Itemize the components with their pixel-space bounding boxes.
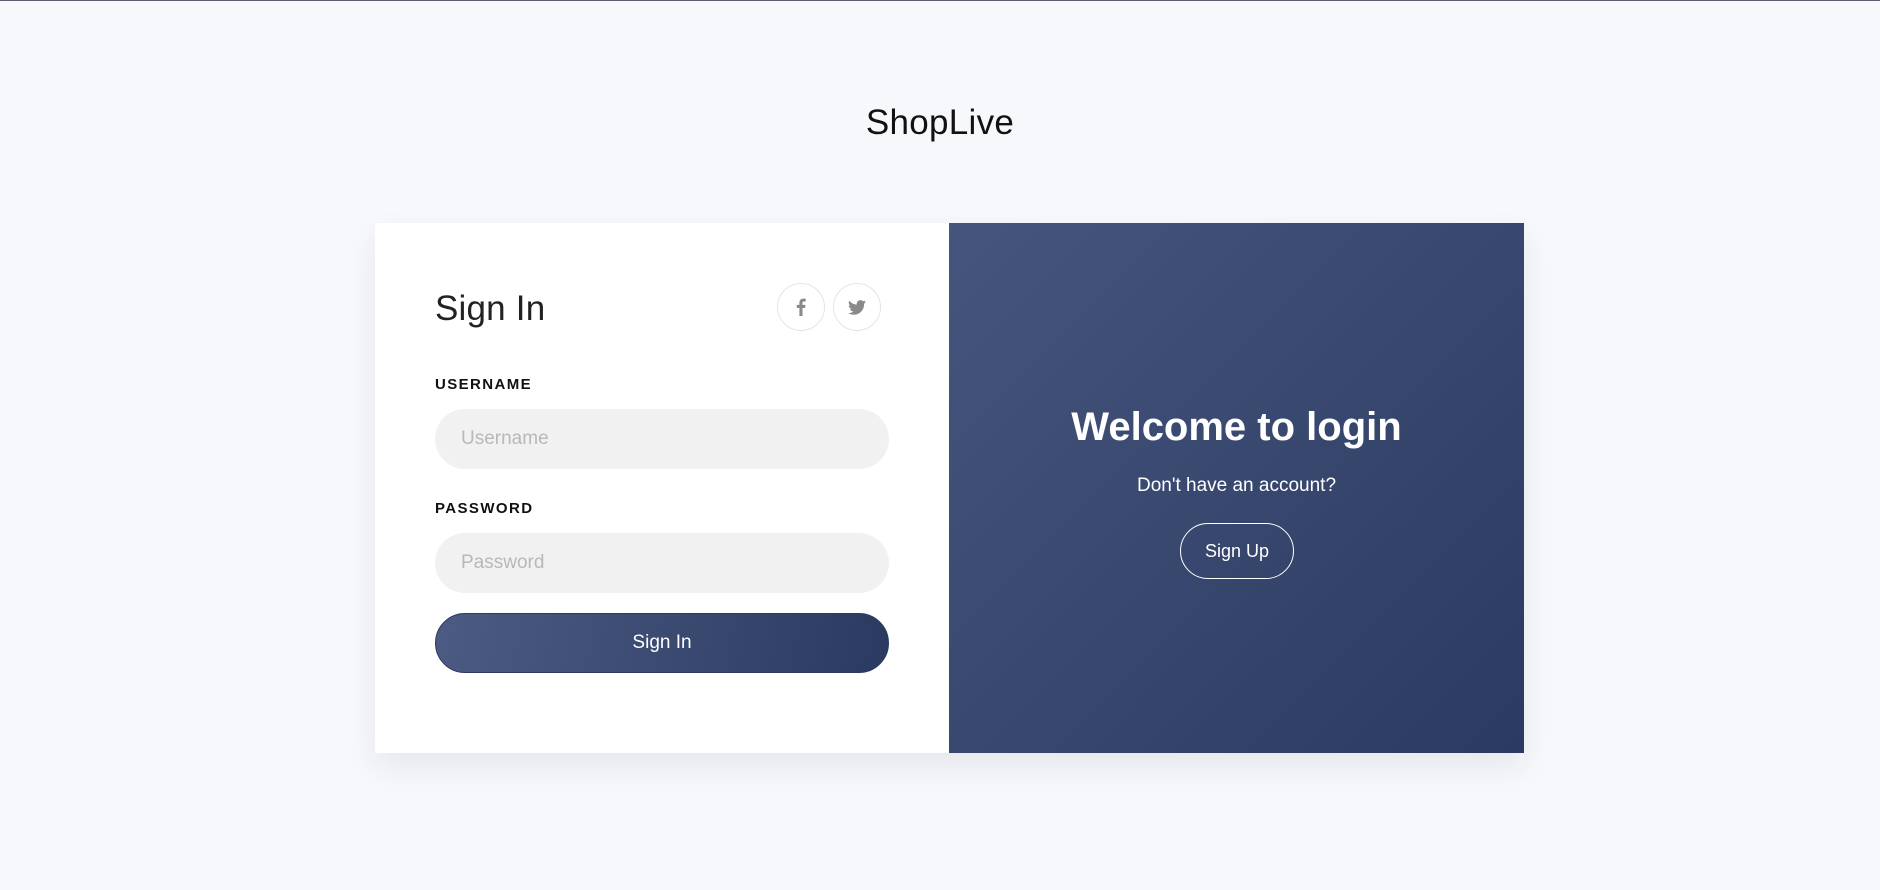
signin-button[interactable]: Sign In: [435, 613, 889, 673]
signin-heading: Sign In: [435, 289, 546, 328]
brand-title: ShopLive: [865, 103, 1015, 142]
top-border: [0, 0, 1880, 1]
facebook-icon: [796, 298, 806, 316]
facebook-button[interactable]: [777, 283, 825, 331]
username-label: USERNAME: [435, 376, 533, 393]
welcome-panel: Welcome to login Don't have an account? …: [949, 223, 1524, 753]
password-input[interactable]: [435, 533, 889, 593]
password-label: PASSWORD: [435, 500, 534, 517]
no-account-text: Don't have an account?: [1136, 475, 1337, 496]
username-input[interactable]: [435, 409, 889, 469]
twitter-button[interactable]: [833, 283, 881, 331]
login-card: Sign In USERNAME PASSWORD Sign In Welcom…: [375, 223, 1524, 753]
welcome-heading: Welcome to login: [1071, 405, 1402, 449]
signup-button[interactable]: Sign Up: [1180, 523, 1294, 579]
signin-panel: Sign In USERNAME PASSWORD Sign In: [375, 223, 949, 753]
twitter-icon: [848, 299, 866, 315]
